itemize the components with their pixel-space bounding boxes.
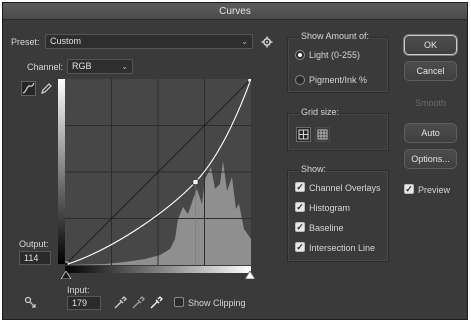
input-label: Input:: [67, 285, 90, 295]
show-title: Show:: [299, 164, 329, 174]
cancel-button[interactable]: Cancel: [404, 61, 457, 81]
channel-select[interactable]: RGB ⌄: [67, 59, 133, 74]
grid-detailed-icon: [317, 129, 328, 140]
pigment-ink-radio-label: Pigment/Ink %: [309, 75, 368, 85]
light-radio-label: Light (0-255): [309, 50, 361, 60]
channel-value: RGB: [72, 61, 92, 71]
show-clipping-checkbox[interactable]: [174, 297, 184, 307]
white-eyedropper-icon[interactable]: [149, 296, 163, 310]
grid-simple-button[interactable]: [296, 127, 311, 142]
pigment-ink-radio[interactable]: [295, 75, 305, 85]
ok-button[interactable]: OK: [404, 35, 457, 55]
pencil-icon[interactable]: [39, 82, 53, 96]
output-label: Output:: [19, 239, 49, 249]
curve-graph[interactable]: [65, 79, 251, 265]
curves-dialog: Curves Preset: Custom ⌄ Channel: RGB ⌄ O…: [2, 2, 468, 320]
channel-overlays-checkbox[interactable]: ✓: [295, 182, 305, 192]
output-field[interactable]: 114: [19, 251, 51, 265]
auto-button[interactable]: Auto: [404, 123, 457, 143]
chevron-down-icon: ⌄: [121, 62, 128, 71]
curve-point-black[interactable]: [65, 261, 69, 265]
preset-select[interactable]: Custom ⌄: [45, 34, 253, 49]
intersection-line-label: Intersection Line: [309, 243, 376, 253]
curve-tool-button[interactable]: [21, 81, 36, 96]
options-button[interactable]: Options...: [404, 149, 457, 169]
intersection-line-checkbox[interactable]: ✓: [295, 242, 305, 252]
preview-checkbox[interactable]: ✓: [404, 184, 414, 194]
light-radio[interactable]: [295, 50, 305, 60]
gear-icon[interactable]: [260, 35, 274, 49]
histogram-label: Histogram: [309, 203, 351, 213]
show-clipping-label: Show Clipping: [188, 298, 246, 308]
smooth-button[interactable]: Smooth: [404, 93, 457, 113]
channel-label: Channel:: [27, 62, 64, 72]
black-point-slider[interactable]: [61, 271, 71, 279]
curve-point-selected[interactable]: [192, 179, 199, 185]
channel-overlays-label: Channel Overlays: [309, 183, 381, 193]
preview-label: Preview: [418, 185, 451, 195]
histogram-checkbox[interactable]: ✓: [295, 202, 305, 212]
baseline-label: Baseline: [309, 223, 344, 233]
chevron-down-icon: ⌄: [241, 37, 248, 46]
preset-value: Custom: [50, 36, 82, 46]
input-field[interactable]: 179: [67, 296, 101, 310]
curve-point-white[interactable]: [247, 79, 251, 83]
preset-label: Preset:: [11, 37, 40, 47]
target-adjust-icon[interactable]: [23, 295, 37, 309]
curve-tool-icon: [22, 82, 35, 94]
show-amount-title: Show Amount of:: [299, 31, 372, 41]
dialog-title: Curves: [3, 3, 467, 20]
baseline-checkbox[interactable]: ✓: [295, 222, 305, 232]
output-gradient-bar: [58, 79, 65, 264]
grid-detailed-button[interactable]: [315, 127, 330, 142]
white-point-slider[interactable]: [245, 271, 255, 279]
gray-eyedropper-icon[interactable]: [131, 296, 145, 310]
input-gradient-bar: [65, 266, 251, 273]
black-eyedropper-icon[interactable]: [113, 296, 127, 310]
grid-size-title: Grid size:: [299, 107, 342, 117]
grid-simple-icon: [298, 129, 309, 140]
